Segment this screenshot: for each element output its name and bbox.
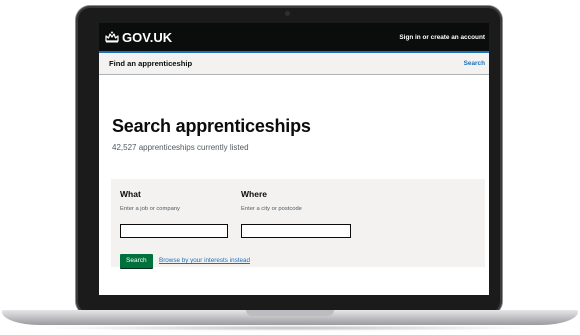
what-input[interactable] — [120, 224, 228, 238]
page-title: Search apprenticeships — [112, 116, 311, 136]
gov-header: GOV.UK Sign in or create an account — [99, 23, 489, 53]
camera-icon — [285, 11, 290, 16]
browse-interests-link[interactable]: Browse by your interests instead — [159, 257, 250, 264]
what-label: What — [120, 189, 141, 199]
listing-count: 42,527 apprenticeships currently listed — [112, 143, 249, 152]
search-button[interactable]: Search — [120, 254, 153, 268]
laptop-notch — [246, 310, 334, 316]
where-input[interactable] — [241, 224, 351, 238]
laptop-screen: GOV.UK Sign in or create an account Find… — [99, 23, 489, 295]
govuk-logo[interactable]: GOV.UK — [105, 30, 172, 45]
brand-text: GOV.UK — [122, 29, 173, 45]
where-label: Where — [241, 189, 267, 199]
service-navigation: Find an apprenticeship Search — [99, 53, 489, 75]
service-name[interactable]: Find an apprenticeship — [109, 59, 192, 68]
search-panel: What Enter a job or company Where Enter … — [111, 179, 485, 268]
nav-search-link[interactable]: Search — [464, 60, 485, 67]
sign-in-link[interactable]: Sign in or create an account — [399, 34, 485, 41]
laptop-shadow — [40, 325, 540, 331]
where-hint: Enter a city or postcode — [241, 206, 302, 212]
what-hint: Enter a job or company — [120, 206, 180, 212]
crown-icon — [105, 31, 119, 43]
